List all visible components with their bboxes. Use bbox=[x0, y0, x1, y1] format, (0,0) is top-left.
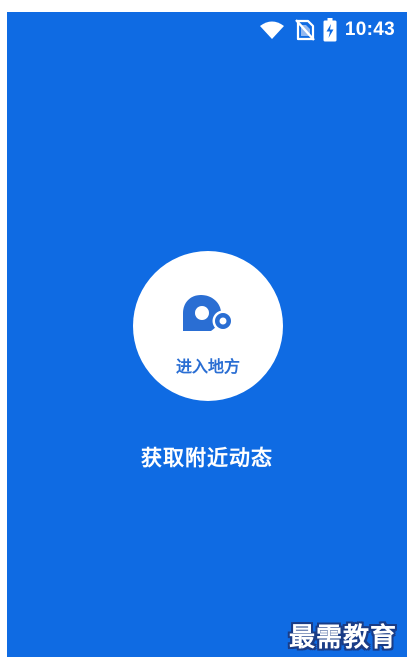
watermark-logo: 最需教育 bbox=[289, 623, 398, 653]
enter-nearby-button[interactable]: 进入地方 bbox=[133, 251, 283, 401]
location-pin-icon bbox=[181, 293, 235, 333]
no-sim-icon bbox=[294, 19, 315, 41]
enter-nearby-label: 进入地方 bbox=[175, 357, 240, 376]
wifi-icon bbox=[259, 20, 285, 40]
status-icons: 10:43 bbox=[259, 18, 395, 42]
app-screen: 10:43 进入地方 获取附近动态 最需教育 bbox=[7, 12, 407, 657]
status-time: 10:43 bbox=[344, 19, 395, 40]
status-bar: 10:43 bbox=[7, 12, 407, 48]
battery-charging-icon bbox=[323, 18, 337, 42]
get-nearby-updates-text: 获取附近动态 bbox=[141, 446, 273, 470]
